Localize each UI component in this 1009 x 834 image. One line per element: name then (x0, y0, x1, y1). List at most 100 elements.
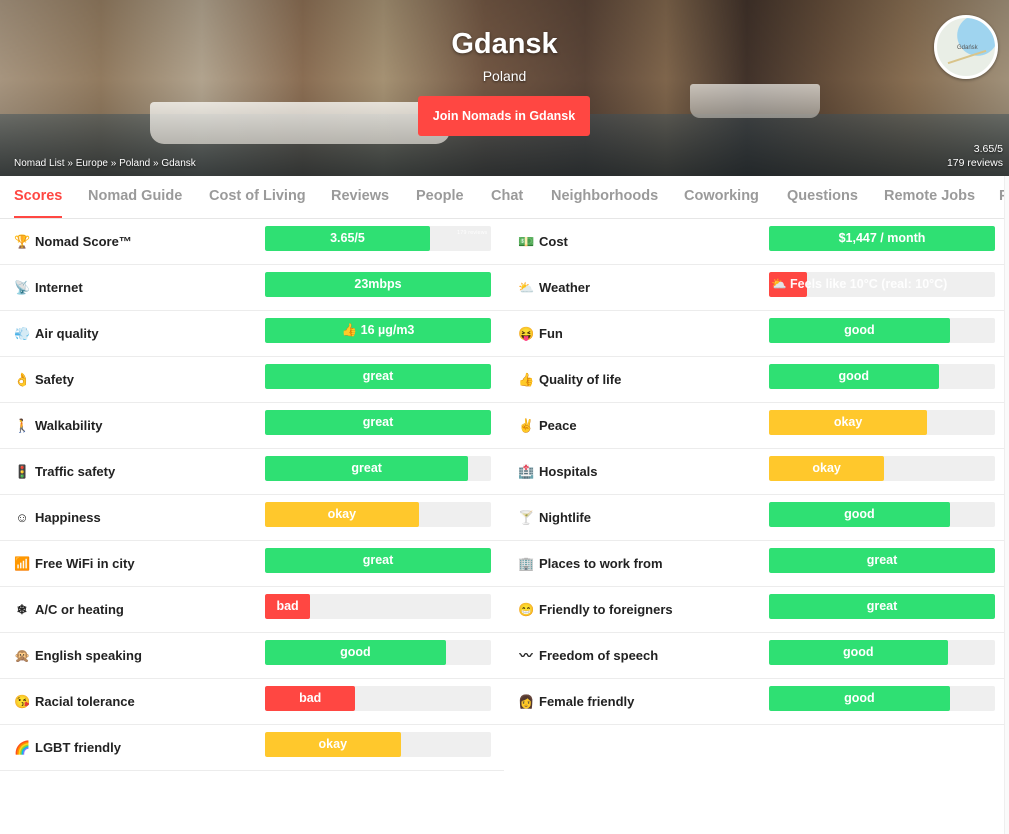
score-value: good (844, 507, 875, 521)
wind-icon: 💨 (14, 326, 31, 341)
rating-value: 3.65/5 (973, 143, 1003, 155)
score-bar[interactable]: okay (769, 410, 995, 435)
score-bar[interactable]: $1,447 / month (769, 226, 995, 251)
score-bar[interactable]: 23mbps (265, 272, 491, 297)
score-bar[interactable]: good (769, 686, 995, 711)
score-row-fun[interactable]: 😝 Fun good (504, 311, 1008, 357)
smile-icon: ☺ (15, 510, 29, 525)
score-bar[interactable]: great (265, 410, 491, 435)
score-value: great (362, 369, 394, 383)
score-row-traffic-safety[interactable]: 🚦 Traffic safety great (0, 449, 504, 495)
score-row-female-friendly[interactable]: 👩 Female friendly good (504, 679, 1008, 725)
tab-cost-of-living[interactable]: Cost of Living (209, 176, 306, 216)
score-row-freedom-of-speech[interactable]: 〰 Freedom of speech good (504, 633, 1008, 679)
score-bar[interactable]: good (769, 318, 995, 343)
score-bar[interactable]: okay (265, 732, 491, 757)
tab-scores[interactable]: Scores (14, 176, 63, 218)
tab-people[interactable]: People (416, 176, 464, 216)
score-label: 📡 Internet (14, 265, 83, 310)
office-icon: 🏢 (518, 556, 535, 571)
score-value: okay (812, 461, 841, 475)
score-label-text: Weather (539, 280, 591, 295)
score-bar[interactable]: 👍 16 µg/m3 (265, 318, 491, 343)
tab-chat[interactable]: Chat (491, 176, 523, 216)
score-label-text: Fun (539, 326, 563, 341)
tab-nomad-guide[interactable]: Nomad Guide (88, 176, 182, 216)
score-label-text: Nightlife (539, 510, 591, 525)
snowflake-icon: ❄ (16, 602, 28, 617)
score-row-a-c-or-heating[interactable]: ❄ A/C or heating bad (0, 587, 504, 633)
score-value: 3.65/5 (330, 231, 365, 245)
thumbs-up-icon: 👍 (518, 372, 535, 387)
map-road (947, 49, 987, 65)
score-row-weather[interactable]: ⛅ Weather ⛅ Feels like 10°C (real: 10°C) (504, 265, 1008, 311)
city-country: Poland (482, 68, 527, 84)
hero-boat (150, 102, 450, 144)
score-bar[interactable]: great (265, 548, 491, 573)
tab-coworking[interactable]: Coworking (684, 176, 759, 216)
score-row-safety[interactable]: 👌 Safety great (0, 357, 504, 403)
score-bar[interactable]: great (265, 456, 491, 481)
score-value: okay (327, 507, 357, 521)
breadcrumb-europe[interactable]: Europe (76, 158, 108, 169)
score-row-english-speaking[interactable]: 🙊 English speaking good (0, 633, 504, 679)
score-row-places-to-work-from[interactable]: 🏢 Places to work from great (504, 541, 1008, 587)
score-row-internet[interactable]: 📡 Internet 23mbps (0, 265, 504, 311)
score-label-text: English speaking (35, 648, 142, 663)
score-row-happiness[interactable]: ☺ Happiness okay (0, 495, 504, 541)
score-bar[interactable]: good (769, 364, 995, 389)
score-row-nightlife[interactable]: 🍸 Nightlife good (504, 495, 1008, 541)
score-row-hospitals[interactable]: 🏥 Hospitals okay (504, 449, 1008, 495)
score-row-nomad-score[interactable]: 🏆 Nomad Score™ 3.65/5 179 reviews (0, 219, 504, 265)
score-bar[interactable]: good (265, 640, 491, 665)
score-value: good (844, 691, 875, 705)
score-label: 💨 Air quality (14, 311, 99, 356)
map-thumbnail[interactable]: Gdańsk (934, 15, 998, 79)
score-bar[interactable]: ⛅ Feels like 10°C (real: 10°C) (769, 272, 995, 297)
score-row-peace[interactable]: ✌ Peace okay (504, 403, 1008, 449)
score-row-lgbt-friendly[interactable]: 🌈 LGBT friendly okay (0, 725, 504, 771)
score-bar[interactable]: great (769, 594, 995, 619)
score-row-walkability[interactable]: 🚶 Walkability great (0, 403, 504, 449)
score-bar[interactable]: bad (265, 686, 491, 711)
score-bar[interactable]: great (769, 548, 995, 573)
trophy-icon: 🏆 (14, 234, 31, 249)
breadcrumb-gdansk[interactable]: Gdansk (161, 158, 195, 169)
score-bar[interactable]: okay (769, 456, 995, 481)
score-extra-label: 179 reviews (457, 230, 488, 236)
tab-questions[interactable]: Questions (787, 176, 858, 216)
score-label-text: Happiness (35, 510, 101, 525)
score-label-text: Air quality (35, 326, 99, 341)
join-nomads-button[interactable]: Join Nomads in Gdansk (418, 96, 590, 136)
speak-monkey-icon: 🙊 (14, 648, 31, 663)
score-bar[interactable]: 3.65/5 179 reviews (265, 226, 491, 251)
score-label: 🏥 Hospitals (518, 449, 598, 494)
score-label: 🚶 Walkability (14, 403, 102, 448)
score-bar[interactable]: okay (265, 502, 491, 527)
score-value: great (866, 599, 898, 613)
tab-reviews[interactable]: Reviews (331, 176, 389, 216)
score-label: 🏢 Places to work from (518, 541, 663, 586)
score-row-friendly-to-foreigners[interactable]: 😁 Friendly to foreigners great (504, 587, 1008, 633)
scrollbar-track[interactable] (1004, 176, 1009, 834)
score-row-racial-tolerance[interactable]: 😘 Racial tolerance bad (0, 679, 504, 725)
review-count[interactable]: 179 reviews (947, 156, 1003, 170)
score-label: 💵 Cost (518, 219, 568, 264)
breadcrumb-poland[interactable]: Poland (119, 158, 150, 169)
score-label-text: Nomad Score™ (35, 234, 132, 249)
score-bar[interactable]: good (769, 640, 995, 665)
tab-neighborhoods[interactable]: Neighborhoods (551, 176, 658, 216)
score-row-free-wifi-in-city[interactable]: 📶 Free WiFi in city great (0, 541, 504, 587)
score-row-cost[interactable]: 💵 Cost $1,447 / month (504, 219, 1008, 265)
breadcrumb-nomad-list[interactable]: Nomad List (14, 158, 65, 169)
score-row-air-quality[interactable]: 💨 Air quality 👍 16 µg/m3 (0, 311, 504, 357)
score-value: 23mbps (354, 277, 402, 291)
score-label: ⛅ Weather (518, 265, 590, 310)
score-row-quality-of-life[interactable]: 👍 Quality of life good (504, 357, 1008, 403)
score-label-text: Walkability (35, 418, 103, 433)
score-bar[interactable]: good (769, 502, 995, 527)
score-bar[interactable]: bad (265, 594, 491, 619)
score-value: okay (318, 737, 348, 751)
score-bar[interactable]: great (265, 364, 491, 389)
tab-remote-jobs[interactable]: Remote Jobs (884, 176, 975, 216)
